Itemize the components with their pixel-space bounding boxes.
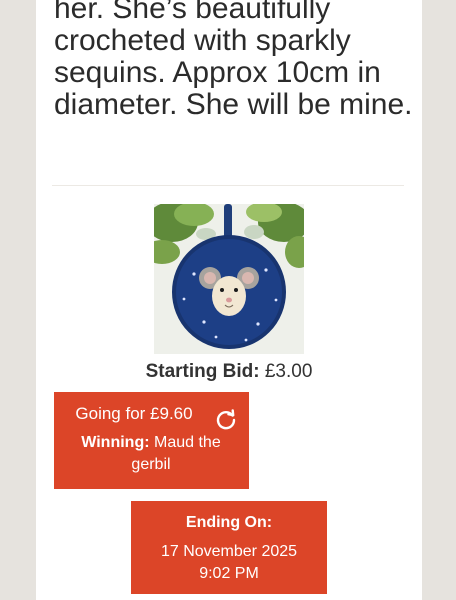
winning-label: Winning: <box>81 434 150 451</box>
starting-bid-label: Starting Bid: <box>145 361 260 382</box>
starting-bid-value: £3.00 <box>264 361 313 382</box>
ending-box: Ending On: 17 November 2025 9:02 PM <box>131 501 327 594</box>
item-photo[interactable] <box>154 204 304 354</box>
ending-date: 17 November 2025 <box>160 543 298 560</box>
ending-datetime: 17 November 2025 9:02 PM <box>131 541 327 585</box>
ending-label: Ending On: <box>185 514 273 531</box>
winning-bidder: Winning: Maud the gerbil <box>68 432 234 476</box>
current-bid-box: Going for £9.60 Winning: Maud the gerbil <box>54 392 249 489</box>
crochet-mouse-ornament-photo <box>154 204 304 354</box>
going-for-text: Going for £9.60 <box>75 404 193 423</box>
refresh-icon[interactable] <box>214 407 238 431</box>
divider <box>52 185 404 186</box>
starting-bid: Starting Bid: £3.00 <box>36 361 422 383</box>
auction-card: her. She’s beautifully crocheted with sp… <box>36 0 422 600</box>
ending-time: 9:02 PM <box>199 565 259 582</box>
item-description: her. She’s beautifully crocheted with sp… <box>54 0 413 121</box>
